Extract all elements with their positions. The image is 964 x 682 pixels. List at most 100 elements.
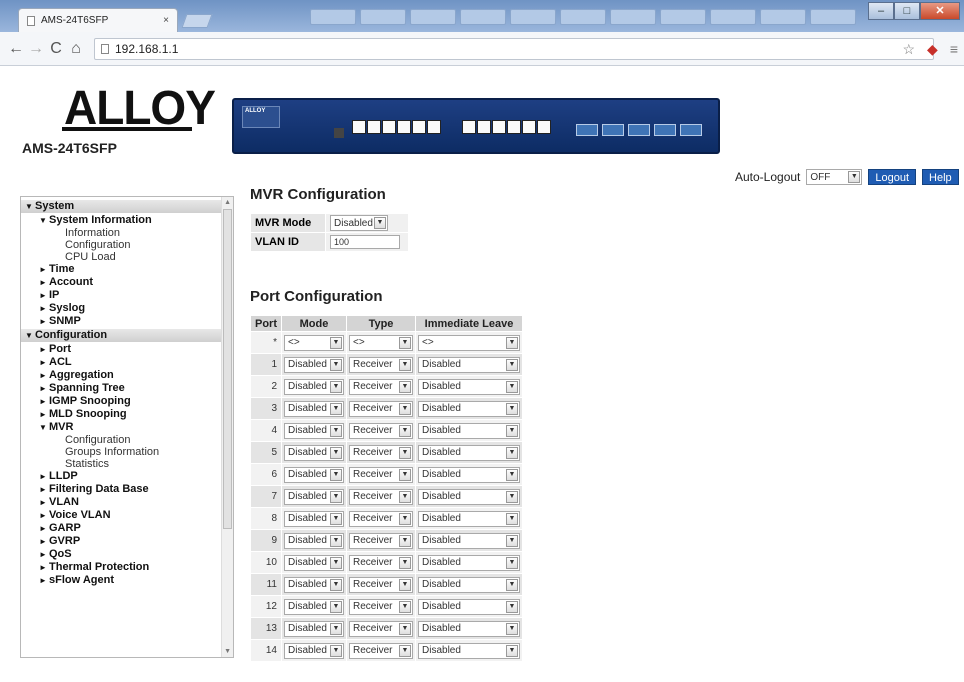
background-tab[interactable] — [760, 9, 806, 25]
mode-select[interactable]: Disabled ▼ — [284, 598, 344, 615]
sidebar-item-lldp[interactable]: ► LLDP — [21, 470, 221, 483]
immediate-leave-select[interactable]: Disabled ▼ — [418, 532, 520, 549]
background-tab[interactable] — [710, 9, 756, 25]
immediate-leave-select[interactable]: Disabled ▼ — [418, 378, 520, 395]
immediate-leave-select[interactable]: Disabled ▼ — [418, 642, 520, 659]
sidebar-item-spanning-tree[interactable]: ► Spanning Tree — [21, 382, 221, 395]
immediate-leave-select[interactable]: <> ▼ — [418, 334, 520, 351]
sidebar-scrollbar[interactable]: ▲ ▼ — [221, 197, 233, 657]
sidebar-item-sflow-agent[interactable]: ► sFlow Agent — [21, 574, 221, 587]
immediate-leave-select[interactable]: Disabled ▼ — [418, 620, 520, 637]
sidebar-item-port[interactable]: ► Port — [21, 343, 221, 356]
background-tab[interactable] — [810, 9, 856, 25]
background-tab[interactable] — [460, 9, 506, 25]
type-select[interactable]: Receiver ▼ — [349, 532, 413, 549]
type-select[interactable]: Receiver ▼ — [349, 466, 413, 483]
browser-tab[interactable]: AMS-24T6SFP × — [18, 8, 178, 32]
background-tab[interactable] — [560, 9, 606, 25]
sidebar-item-system[interactable]: ▼ System — [21, 200, 221, 213]
auto-logout-select[interactable]: OFF ▼ — [806, 169, 863, 185]
background-tab[interactable] — [310, 9, 356, 25]
mvr-mode-select[interactable]: Disabled ▼ — [330, 215, 388, 231]
immediate-leave-select[interactable]: Disabled ▼ — [418, 488, 520, 505]
sidebar-item-mld-snooping[interactable]: ► MLD Snooping — [21, 408, 221, 421]
sidebar-item-configuration[interactable]: Configuration — [21, 239, 221, 251]
sidebar-item-garp[interactable]: ► GARP — [21, 522, 221, 535]
reload-icon[interactable]: C — [46, 40, 66, 58]
immediate-leave-select[interactable]: Disabled ▼ — [418, 466, 520, 483]
sidebar-item-configuration[interactable]: ▼ Configuration — [21, 329, 221, 342]
mode-select[interactable]: Disabled ▼ — [284, 422, 344, 439]
sidebar-item-snmp[interactable]: ► SNMP — [21, 315, 221, 328]
sidebar-item-igmp-snooping[interactable]: ► IGMP Snooping — [21, 395, 221, 408]
mode-select[interactable]: Disabled ▼ — [284, 576, 344, 593]
mode-select[interactable]: Disabled ▼ — [284, 378, 344, 395]
vlan-id-input[interactable]: 100 — [330, 235, 400, 249]
scroll-down-icon[interactable]: ▼ — [224, 648, 231, 655]
sidebar-item-information[interactable]: Information — [21, 227, 221, 239]
immediate-leave-select[interactable]: Disabled ▼ — [418, 554, 520, 571]
scrollbar-thumb[interactable] — [223, 209, 232, 529]
type-select[interactable]: Receiver ▼ — [349, 400, 413, 417]
sidebar-item-groups-information[interactable]: Groups Information — [21, 446, 221, 458]
mode-select[interactable]: Disabled ▼ — [284, 466, 344, 483]
sidebar-item-configuration[interactable]: Configuration — [21, 434, 221, 446]
type-select[interactable]: Receiver ▼ — [349, 576, 413, 593]
sidebar-item-ip[interactable]: ► IP — [21, 289, 221, 302]
type-select[interactable]: Receiver ▼ — [349, 620, 413, 637]
type-select[interactable]: <> ▼ — [349, 334, 413, 351]
background-tab[interactable] — [410, 9, 456, 25]
extension-icon[interactable]: ◆ — [927, 41, 938, 58]
mode-select[interactable]: Disabled ▼ — [284, 642, 344, 659]
new-tab-button[interactable] — [181, 14, 213, 28]
sidebar-item-aggregation[interactable]: ► Aggregation — [21, 369, 221, 382]
sidebar-item-account[interactable]: ► Account — [21, 276, 221, 289]
type-select[interactable]: Receiver ▼ — [349, 422, 413, 439]
sidebar-item-qos[interactable]: ► QoS — [21, 548, 221, 561]
mode-select[interactable]: <> ▼ — [284, 334, 344, 351]
close-window-icon[interactable]: ✕ — [920, 2, 960, 20]
immediate-leave-select[interactable]: Disabled ▼ — [418, 444, 520, 461]
help-button[interactable]: Help — [922, 169, 959, 185]
type-select[interactable]: Receiver ▼ — [349, 642, 413, 659]
type-select[interactable]: Receiver ▼ — [349, 356, 413, 373]
immediate-leave-select[interactable]: Disabled ▼ — [418, 510, 520, 527]
sidebar-item-thermal-protection[interactable]: ► Thermal Protection — [21, 561, 221, 574]
back-icon[interactable]: ← — [6, 40, 26, 58]
immediate-leave-select[interactable]: Disabled ▼ — [418, 576, 520, 593]
immediate-leave-select[interactable]: Disabled ▼ — [418, 422, 520, 439]
background-tab[interactable] — [510, 9, 556, 25]
sidebar-item-system-information[interactable]: ▼ System Information — [21, 214, 221, 227]
background-tab[interactable] — [610, 9, 656, 25]
background-tab[interactable] — [360, 9, 406, 25]
sidebar-item-statistics[interactable]: Statistics — [21, 458, 221, 470]
address-bar[interactable]: 192.168.1.1 — [94, 37, 934, 60]
home-icon[interactable]: ⌂ — [66, 40, 86, 58]
sidebar-item-time[interactable]: ► Time — [21, 263, 221, 276]
immediate-leave-select[interactable]: Disabled ▼ — [418, 598, 520, 615]
forward-icon[interactable]: → — [26, 40, 46, 58]
bookmark-star-icon[interactable]: ☆ — [902, 41, 915, 58]
immediate-leave-select[interactable]: Disabled ▼ — [418, 400, 520, 417]
logout-button[interactable]: Logout — [868, 169, 917, 185]
mode-select[interactable]: Disabled ▼ — [284, 510, 344, 527]
sidebar-item-voice-vlan[interactable]: ► Voice VLAN — [21, 509, 221, 522]
sidebar-item-acl[interactable]: ► ACL — [21, 356, 221, 369]
background-tab[interactable] — [660, 9, 706, 25]
mode-select[interactable]: Disabled ▼ — [284, 488, 344, 505]
sidebar-item-syslog[interactable]: ► Syslog — [21, 302, 221, 315]
mode-select[interactable]: Disabled ▼ — [284, 554, 344, 571]
type-select[interactable]: Receiver ▼ — [349, 488, 413, 505]
type-select[interactable]: Receiver ▼ — [349, 510, 413, 527]
mode-select[interactable]: Disabled ▼ — [284, 356, 344, 373]
immediate-leave-select[interactable]: Disabled ▼ — [418, 356, 520, 373]
sidebar-item-gvrp[interactable]: ► GVRP — [21, 535, 221, 548]
maximize-icon[interactable]: □ — [894, 2, 920, 20]
type-select[interactable]: Receiver ▼ — [349, 378, 413, 395]
menu-icon[interactable]: ≡ — [950, 41, 958, 58]
tab-close-icon[interactable]: × — [163, 15, 169, 26]
minimize-icon[interactable]: – — [868, 2, 894, 20]
sidebar-item-filtering-data-base[interactable]: ► Filtering Data Base — [21, 483, 221, 496]
mode-select[interactable]: Disabled ▼ — [284, 532, 344, 549]
sidebar-item-mvr[interactable]: ▼ MVR — [21, 421, 221, 434]
